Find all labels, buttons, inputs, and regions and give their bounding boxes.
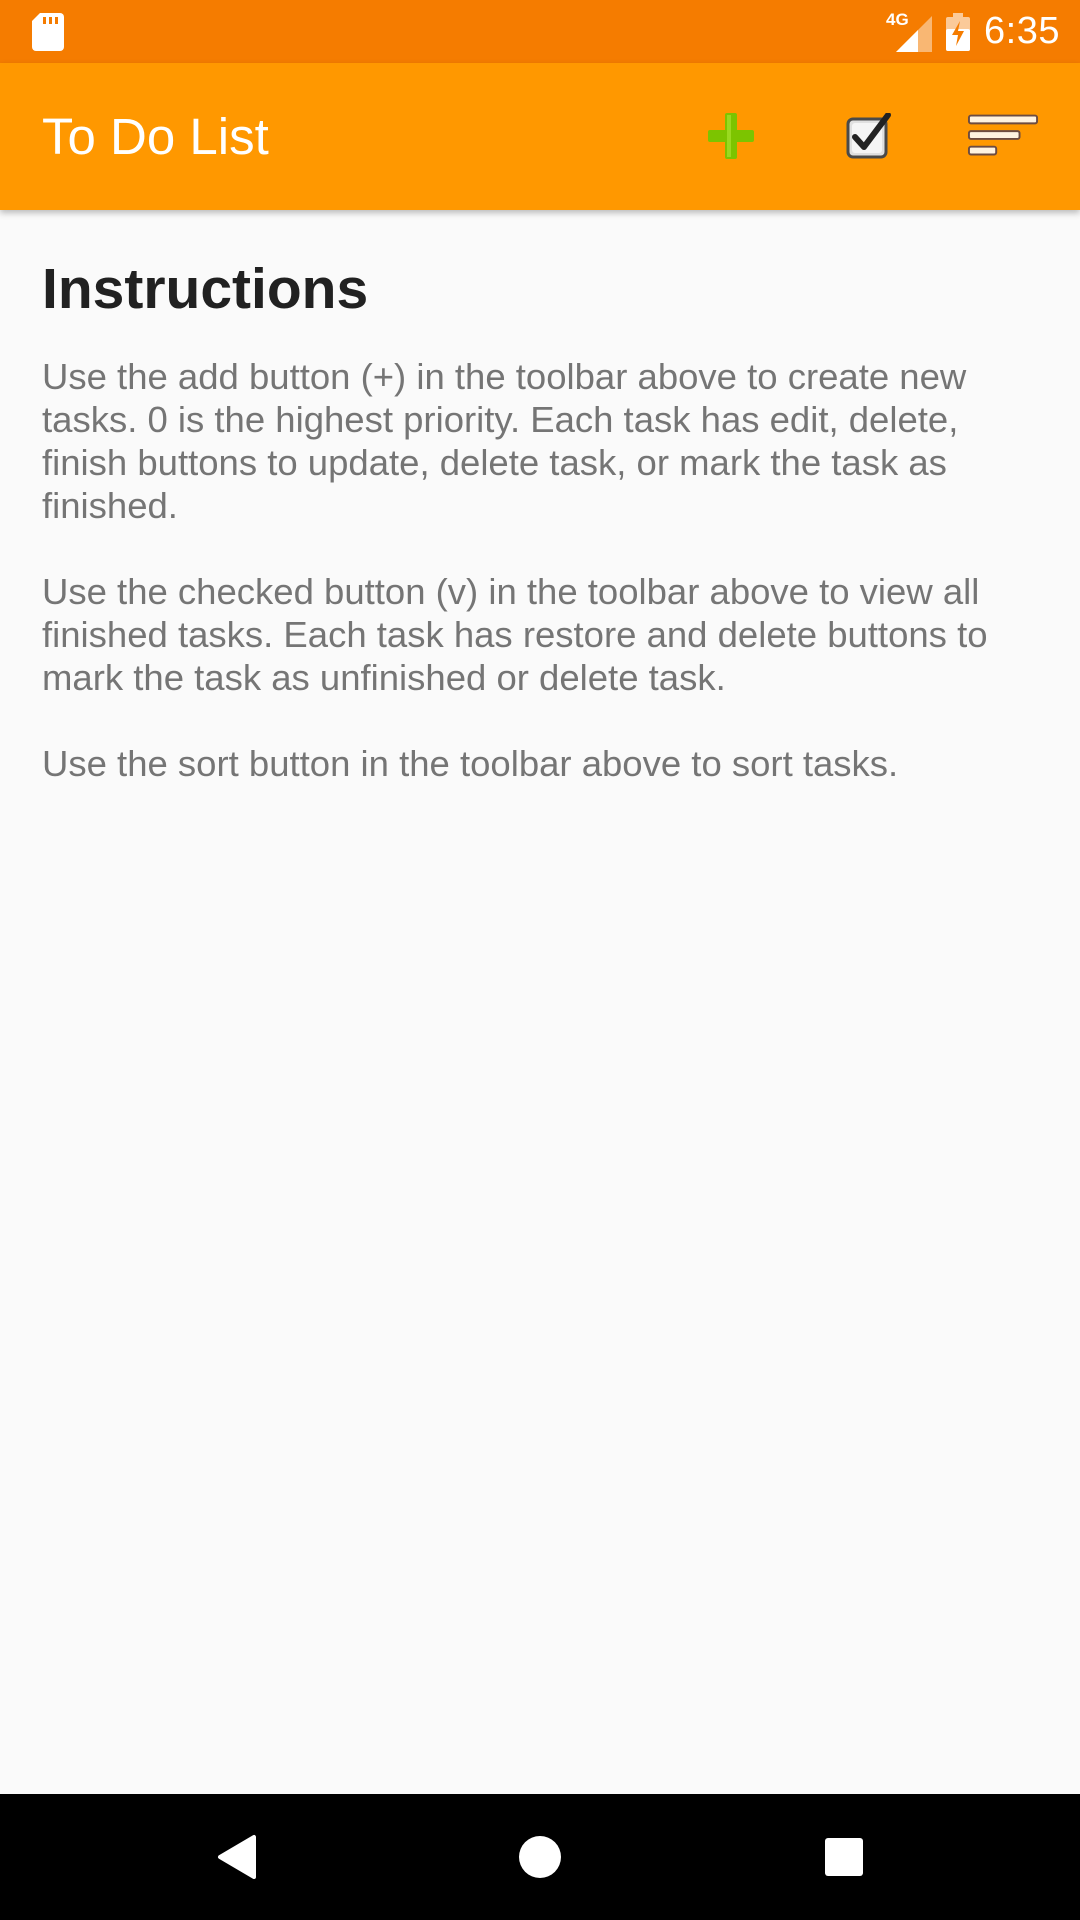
sort-lines-icon bbox=[967, 114, 1039, 156]
back-icon bbox=[218, 1835, 256, 1879]
instructions-heading: Instructions bbox=[42, 257, 369, 321]
back-button[interactable] bbox=[206, 1827, 266, 1887]
status-right: 4G 6:35 bbox=[886, 0, 1060, 63]
home-button[interactable] bbox=[510, 1827, 570, 1887]
recents-button[interactable] bbox=[814, 1827, 874, 1887]
app-title: To Do List bbox=[42, 108, 269, 165]
sd-card-icon bbox=[32, 13, 64, 51]
instructions-content: Instructions Use the add button (+) in t… bbox=[42, 258, 1022, 828]
sort-button[interactable] bbox=[967, 100, 1039, 172]
signal-icon: 4G bbox=[886, 10, 933, 52]
instructions-paragraph-add: Use the add button (+) in the toolbar ab… bbox=[42, 355, 967, 526]
navigation-bar bbox=[0, 1794, 1080, 1920]
battery-charging-icon bbox=[946, 12, 971, 51]
instructions-paragraph-sort: Use the sort button in the toolbar above… bbox=[42, 742, 899, 784]
instructions-paragraph-finished: Use the checked button (v) in the toolba… bbox=[42, 570, 988, 698]
recents-icon bbox=[825, 1838, 863, 1876]
checkbox-checked-icon bbox=[846, 113, 891, 159]
view-finished-button[interactable] bbox=[833, 100, 905, 172]
plus-icon bbox=[708, 113, 754, 159]
screen: 4G 6:35 To Do List Instructions Use the … bbox=[0, 0, 1080, 1920]
status-bar: 4G 6:35 bbox=[0, 0, 1080, 63]
add-task-button[interactable] bbox=[695, 100, 767, 172]
app-bar: To Do List bbox=[0, 63, 1080, 210]
home-icon bbox=[519, 1836, 561, 1878]
status-time: 6:35 bbox=[984, 10, 1060, 52]
